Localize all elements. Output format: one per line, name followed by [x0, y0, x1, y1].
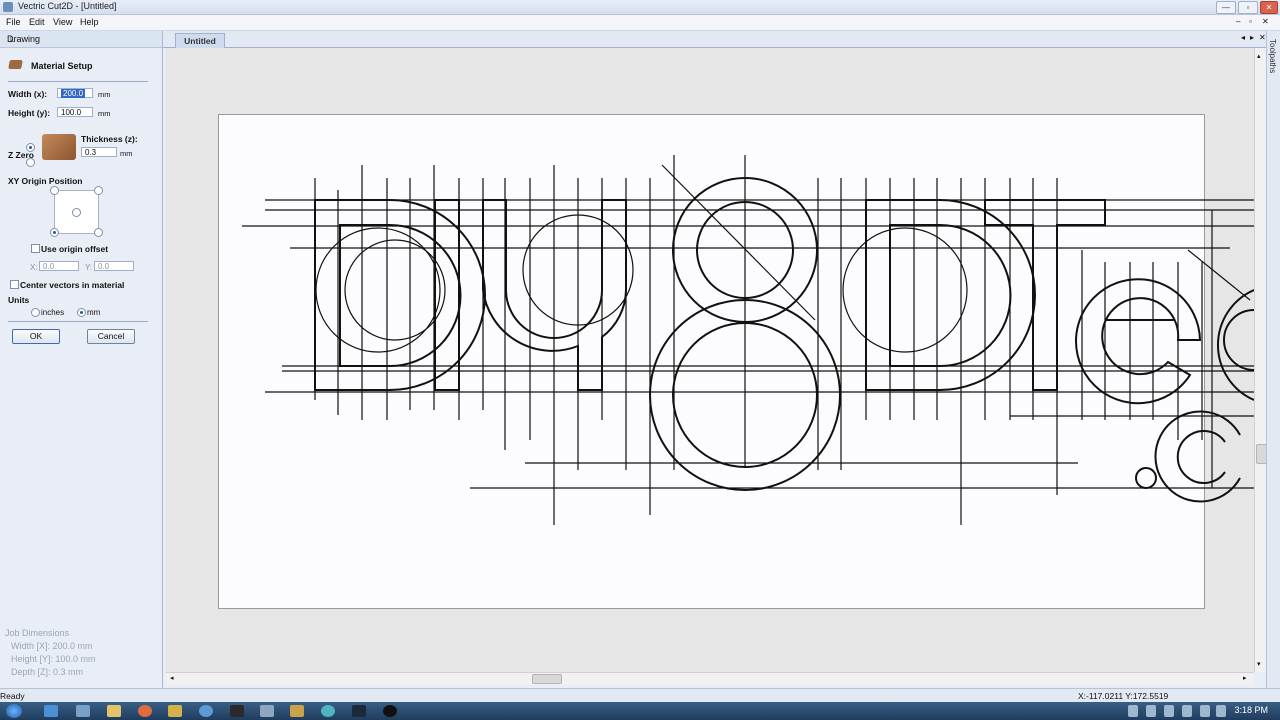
start-button-icon[interactable] — [6, 704, 22, 718]
guide-circle — [842, 227, 968, 353]
tray-icon[interactable] — [1164, 705, 1174, 717]
volume-icon[interactable] — [1216, 705, 1226, 717]
flag-icon[interactable] — [1200, 705, 1210, 717]
scroll-right-icon[interactable]: ▸ — [1243, 674, 1247, 682]
tray-icon[interactable] — [1146, 705, 1156, 717]
letter-e — [1075, 278, 1202, 405]
letter-d-inner — [339, 224, 462, 367]
vector-artwork[interactable] — [0, 0, 1254, 672]
chrome-icon[interactable] — [138, 705, 152, 717]
guide-line — [1187, 249, 1251, 301]
terminal-icon[interactable] — [230, 705, 244, 717]
archive-icon[interactable] — [290, 705, 304, 717]
network-icon[interactable] — [1182, 705, 1192, 717]
taskbar-clock[interactable]: 3:18 PM — [1234, 705, 1268, 715]
app-icon[interactable] — [199, 705, 213, 717]
toolpaths-side-tab[interactable]: Toolpaths — [1266, 31, 1280, 688]
grid-icon[interactable] — [260, 705, 274, 717]
letter-c-small-inner — [1176, 430, 1226, 484]
tray-icon[interactable] — [1128, 705, 1138, 717]
status-bar: Ready X:-117.0211 Y:172.5519 — [0, 688, 1280, 703]
guide-circle — [344, 239, 446, 341]
skype-icon[interactable] — [321, 705, 335, 717]
scroll-down-icon[interactable]: ▾ — [1257, 660, 1261, 668]
guide-circle — [315, 227, 441, 353]
horizontal-scroll-thumb[interactable] — [532, 674, 562, 684]
ie-icon[interactable] — [44, 705, 58, 717]
media-icon[interactable] — [168, 705, 182, 717]
toolpaths-tab-label: Toolpaths — [1268, 39, 1277, 74]
scroll-up-icon[interactable]: ▴ — [1257, 52, 1261, 60]
scroll-left-icon[interactable]: ◂ — [170, 674, 174, 682]
close-button[interactable]: ✕ — [1260, 1, 1278, 14]
mdi-close-icon[interactable]: ✕ — [1262, 17, 1269, 26]
letter-i — [434, 199, 460, 391]
letter-d2-inner — [889, 224, 1012, 367]
record-icon[interactable] — [383, 705, 397, 717]
horizontal-scrollbar[interactable]: ◂ ▸ — [166, 672, 1254, 685]
letter-t — [984, 199, 1106, 391]
status-text: Ready — [0, 691, 25, 701]
folder-icon[interactable] — [107, 705, 121, 717]
dot-shape — [1135, 467, 1157, 489]
taskbar: 3:18 PM — [0, 702, 1280, 720]
letter-c-inner-partial — [1223, 309, 1254, 371]
tool-icon[interactable] — [76, 705, 90, 717]
tab-close-icon[interactable]: ✕ — [1259, 33, 1266, 42]
cursor-coordinates: X:-117.0211 Y:172.5519 — [1078, 691, 1169, 701]
vectric-icon[interactable] — [352, 705, 366, 717]
